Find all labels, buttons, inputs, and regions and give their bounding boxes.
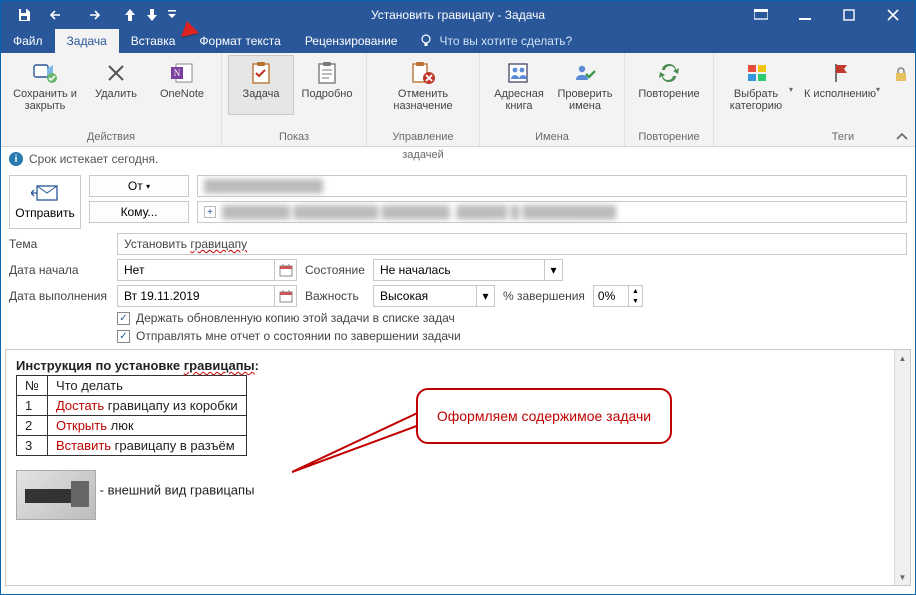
categorize-button[interactable]: Выбрать категорию▾ xyxy=(720,55,796,115)
spin-down-icon[interactable]: ▼ xyxy=(629,296,642,306)
to-field[interactable]: + ████████ ██████████ ████████, ██████ █… xyxy=(197,201,907,223)
check-names-button[interactable]: Проверить имена xyxy=(552,55,618,115)
priority-label: Важность xyxy=(305,289,365,303)
to-button[interactable]: Кому... xyxy=(89,201,189,223)
scroll-up-icon[interactable]: ▲ xyxy=(895,350,911,366)
address-book-icon xyxy=(506,60,532,86)
recurrence-icon xyxy=(656,60,682,86)
check-names-icon xyxy=(572,60,598,86)
tab-format-text[interactable]: Формат текста xyxy=(187,29,292,53)
maximize-button[interactable] xyxy=(827,1,871,29)
qat-down-icon[interactable] xyxy=(141,1,163,29)
info-bar: i Срок истекает сегодня. xyxy=(1,147,915,171)
keep-updated-checkbox[interactable]: ✓ xyxy=(117,312,130,325)
ribbon: Сохранить и закрыть Удалить N OneNote Де… xyxy=(1,53,915,147)
cancel-assign-icon xyxy=(410,60,436,86)
status-label: Состояние xyxy=(305,263,365,277)
embedded-image xyxy=(16,470,96,520)
info-icon: i xyxy=(9,152,23,166)
scroll-down-icon[interactable]: ▼ xyxy=(895,569,911,585)
lock-icon xyxy=(888,66,914,82)
qat-undo-icon[interactable] xyxy=(41,1,75,29)
info-text: Срок истекает сегодня. xyxy=(29,152,158,166)
flag-icon xyxy=(829,60,855,86)
details-clipboard-icon xyxy=(314,60,340,86)
onenote-button[interactable]: N OneNote xyxy=(149,55,215,115)
from-button[interactable]: От ▾ xyxy=(89,175,189,197)
follow-up-button[interactable]: К исполнению▾ xyxy=(796,55,888,115)
send-icon xyxy=(31,184,59,202)
tab-file[interactable]: Файл xyxy=(1,29,55,53)
onenote-icon: N xyxy=(169,60,195,86)
cancel-assignment-button[interactable]: Отменить назначение xyxy=(373,55,473,115)
close-button[interactable] xyxy=(871,1,915,29)
ribbon-tabstrip: Файл Задача Вставка Формат текста Реценз… xyxy=(1,29,915,53)
calendar-icon[interactable] xyxy=(274,286,296,306)
delete-button[interactable]: Удалить xyxy=(83,55,149,115)
status-combo[interactable]: Не началась▾ xyxy=(373,259,563,281)
send-button[interactable]: Отправить xyxy=(9,175,81,229)
tell-me-placeholder: Что вы хотите сделать? xyxy=(439,34,572,48)
delete-icon xyxy=(103,60,129,86)
vertical-scrollbar[interactable]: ▲ ▼ xyxy=(894,350,910,585)
qat-redo-icon[interactable] xyxy=(75,1,109,29)
task-clipboard-icon xyxy=(248,60,274,86)
group-names-label: Имена xyxy=(486,128,618,146)
table-row: 1Достать гравицапу из коробки xyxy=(17,396,247,416)
send-status-checkbox[interactable]: ✓ xyxy=(117,330,130,343)
qat-save-icon[interactable] xyxy=(7,1,41,29)
recipient-expand-icon[interactable]: + xyxy=(204,206,216,218)
tab-review[interactable]: Рецензирование xyxy=(293,29,410,53)
send-label: Отправить xyxy=(15,206,75,220)
image-caption: - внешний вид гравицапы xyxy=(100,482,255,497)
group-actions-label: Действия xyxy=(7,128,215,146)
instruction-table: №Что делать 1Достать гравицапу из коробк… xyxy=(16,375,247,456)
table-row: 2Открыть люк xyxy=(17,416,247,436)
ribbon-display-icon[interactable] xyxy=(739,1,783,29)
spin-up-icon[interactable]: ▲ xyxy=(629,286,642,296)
recurrence-button[interactable]: Повторение xyxy=(631,55,707,115)
tab-task[interactable]: Задача xyxy=(55,29,119,53)
minimize-button[interactable] xyxy=(783,1,827,29)
percent-complete-input[interactable]: 0% ▲▼ xyxy=(593,285,643,307)
chevron-down-icon[interactable]: ▾ xyxy=(544,260,562,280)
svg-text:N: N xyxy=(174,68,181,78)
priority-combo[interactable]: Высокая▾ xyxy=(373,285,495,307)
group-manage-label: Управление задачей xyxy=(373,128,473,146)
tab-insert[interactable]: Вставка xyxy=(119,29,188,53)
collapse-ribbon-icon[interactable] xyxy=(893,128,911,144)
task-body-editor[interactable]: Инструкция по установке гравицапы: №Что … xyxy=(6,350,894,585)
percent-complete-label: % завершения xyxy=(503,289,585,303)
group-tags-label: Теги xyxy=(720,128,916,146)
save-and-close-button[interactable]: Сохранить и закрыть xyxy=(7,55,83,115)
lightbulb-icon xyxy=(419,34,433,48)
start-date-label: Дата начала xyxy=(9,263,109,277)
table-row: 3Вставить гравицапу в разъём xyxy=(17,436,247,456)
due-date-label: Дата выполнения xyxy=(9,289,109,303)
chevron-down-icon[interactable]: ▾ xyxy=(476,286,494,306)
group-recurrence-label: Повторение xyxy=(631,128,707,146)
start-date-input[interactable]: Нет xyxy=(117,259,297,281)
save-close-icon xyxy=(32,60,58,86)
show-task-button[interactable]: Задача xyxy=(228,55,294,115)
group-show-label: Показ xyxy=(228,128,360,146)
show-details-button[interactable]: Подробно xyxy=(294,55,360,115)
from-field[interactable]: ██████████████ xyxy=(197,175,907,197)
categorize-icon xyxy=(745,60,771,86)
keep-updated-label: Держать обновленную копию этой задачи в … xyxy=(136,311,455,325)
private-button[interactable] xyxy=(888,55,914,83)
qat-up-icon[interactable] xyxy=(119,1,141,29)
calendar-icon[interactable] xyxy=(274,260,296,280)
subject-label: Тема xyxy=(9,237,109,251)
send-status-label: Отправлять мне отчет о состоянии по заве… xyxy=(136,329,461,343)
tell-me-search[interactable]: Что вы хотите сделать? xyxy=(409,29,582,53)
subject-input[interactable]: Установить гравицапу xyxy=(117,233,907,255)
qat-customize-icon[interactable] xyxy=(163,1,181,29)
body-heading: Инструкция по установке гравицапы: xyxy=(16,358,884,373)
due-date-input[interactable]: Вт 19.11.2019 xyxy=(117,285,297,307)
address-book-button[interactable]: Адресная книга xyxy=(486,55,552,115)
